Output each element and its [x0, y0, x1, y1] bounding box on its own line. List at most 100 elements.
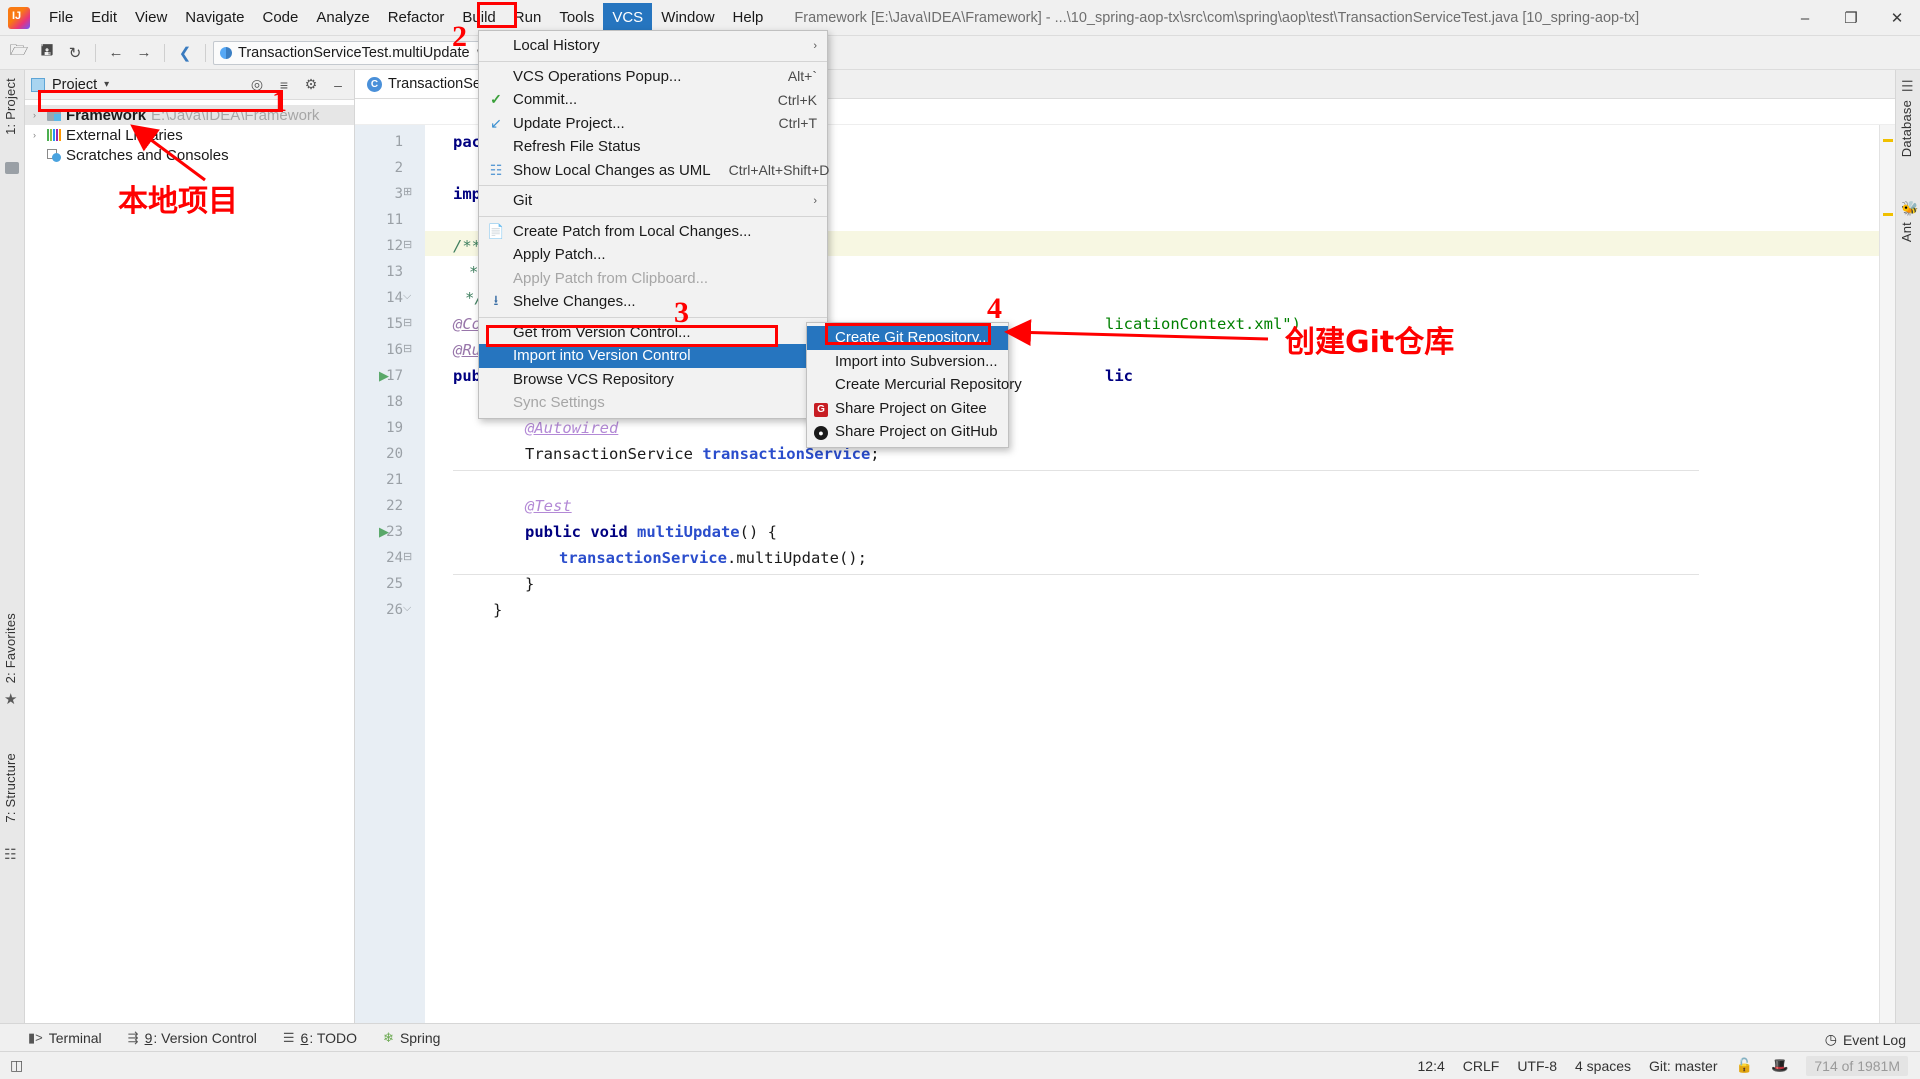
event-log-icon: ◷ [1824, 1031, 1837, 1047]
tree-node-label: Framework [66, 106, 147, 124]
annotation-number-4: 4 [987, 292, 1002, 325]
chevron-down-icon[interactable]: ▾ [104, 79, 109, 90]
memory-indicator[interactable]: 714 of 1981M [1806, 1055, 1908, 1076]
event-log-button[interactable]: ◷ Event Log [1825, 1031, 1906, 1048]
star-icon[interactable]: ★ [4, 690, 17, 708]
ant-icon[interactable]: 🐝 [1901, 200, 1918, 217]
fold-collapse-icon[interactable]: ⊟ [403, 238, 412, 251]
menu-item-browse-vcs-repository[interactable]: Browse VCS Repository › [479, 368, 827, 392]
menu-item-get-from-version-control[interactable]: Get from Version Control... [479, 321, 827, 345]
menu-analyze[interactable]: Analyze [307, 3, 378, 32]
warning-marker[interactable] [1883, 139, 1893, 142]
indent-setting[interactable]: 4 spaces [1575, 1058, 1631, 1074]
menu-item-import-into-version-control[interactable]: Import into Version Control › [479, 344, 827, 368]
menu-edit[interactable]: Edit [82, 3, 126, 32]
panel-settings-icon[interactable]: ⚙ [301, 76, 321, 93]
build-hammer-icon[interactable]: ❮ [172, 40, 198, 66]
expand-arrow-icon[interactable]: › [33, 110, 36, 120]
menu-view[interactable]: View [126, 3, 176, 32]
lock-icon[interactable]: 🔓 [1736, 1057, 1753, 1074]
fold-collapse-icon[interactable]: ⊟ [403, 316, 412, 329]
menu-window[interactable]: Window [652, 3, 723, 32]
rail-folder-icon[interactable] [5, 162, 19, 174]
import-into-version-control-submenu[interactable]: Create Git Repository... Import into Sub… [806, 322, 1022, 448]
rail-item-structure[interactable]: 7: Structure [3, 753, 18, 823]
bottom-item-terminal[interactable]: ▮> Terminal [28, 1030, 102, 1046]
submenu-item-create-git-repository[interactable]: Create Git Repository... [807, 326, 1008, 350]
submenu-item-share-project-on-github[interactable]: ● Share Project on GitHub [807, 420, 1008, 444]
run-test-method-gutter-icon[interactable]: ▶ [379, 524, 389, 540]
rail-item-favorites[interactable]: 2: Favorites [3, 613, 18, 683]
open-folder-icon[interactable]: 🗁 [6, 40, 32, 66]
arrow-down-left-icon: ↙ [490, 114, 502, 131]
close-button[interactable]: ✕ [1874, 0, 1920, 36]
fold-collapse-icon[interactable]: ⊟ [403, 342, 412, 355]
maximize-button[interactable]: ❐ [1828, 0, 1874, 36]
line-separator[interactable]: CRLF [1463, 1058, 1500, 1074]
menu-item-show-local-changes-as-uml[interactable]: ☷ Show Local Changes as UML Ctrl+Alt+Shi… [479, 159, 830, 183]
menu-item-git[interactable]: Git › [479, 189, 827, 213]
run-test-gutter-icon[interactable]: ▶ [379, 368, 389, 384]
save-all-icon[interactable]: 🖪 [34, 40, 60, 66]
sync-icon[interactable]: ↻ [62, 40, 88, 66]
menu-vcs[interactable]: VCS [603, 3, 653, 32]
bottom-item-todo[interactable]: ☰ 6 : TODO [283, 1030, 357, 1046]
menu-item-update-project[interactable]: ↙ Update Project... Ctrl+T [479, 112, 827, 136]
minimize-button[interactable]: – [1782, 0, 1828, 36]
fold-end-icon[interactable]: ⌵ [403, 290, 411, 303]
menu-item-vcs-operations-popup[interactable]: VCS Operations Popup... Alt+` [479, 65, 827, 89]
fold-end-icon[interactable]: ⌵ [403, 602, 411, 615]
tree-node-framework[interactable]: › Framework E:\Java\IDEA\Framework [25, 105, 354, 125]
code-line: @Test [525, 497, 572, 515]
back-icon[interactable]: ← [103, 40, 129, 66]
project-tree[interactable]: › Framework E:\Java\IDEA\Framework › Ext… [25, 100, 354, 1023]
inspection-hat-icon[interactable]: 🎩 [1771, 1057, 1788, 1074]
menu-navigate[interactable]: Navigate [176, 3, 253, 32]
window-controls[interactable]: – ❐ ✕ [1782, 0, 1920, 36]
vcs-dropdown-menu[interactable]: Local History › VCS Operations Popup... … [478, 30, 830, 419]
bottom-item-version-control[interactable]: ⇶ 9 : Version Control [128, 1030, 257, 1046]
tree-node-scratches[interactable]: Scratches and Consoles [25, 145, 354, 165]
forward-icon[interactable]: → [131, 40, 157, 66]
fold-expand-icon[interactable]: ⊞ [403, 185, 412, 198]
menu-item-label: Apply Patch... [513, 246, 606, 264]
expand-arrow-icon[interactable]: › [33, 130, 36, 140]
rail-item-database[interactable]: Database [1899, 100, 1914, 157]
menu-tools[interactable]: Tools [550, 3, 603, 32]
fold-collapse-icon[interactable]: ⊟ [403, 550, 412, 563]
menu-code[interactable]: Code [253, 3, 307, 32]
hide-panel-icon[interactable]: – [328, 77, 348, 93]
menu-help[interactable]: Help [724, 3, 773, 32]
menu-item-apply-patch[interactable]: Apply Patch... [479, 243, 827, 267]
rail-item-project[interactable]: 1: Project [3, 78, 18, 135]
menu-refactor[interactable]: Refactor [379, 3, 454, 32]
menu-file[interactable]: File [40, 3, 82, 32]
file-encoding[interactable]: UTF-8 [1517, 1058, 1557, 1074]
bottom-item-spring[interactable]: ❄ Spring [383, 1030, 440, 1046]
locate-target-icon[interactable]: ◎ [247, 76, 267, 93]
menu-item-local-history[interactable]: Local History › [479, 34, 827, 58]
warning-marker[interactable] [1883, 213, 1893, 216]
menu-item-commit[interactable]: ✓ Commit... Ctrl+K [479, 88, 827, 112]
menu-item-create-patch-from-local-changes[interactable]: 📄 Create Patch from Local Changes... [479, 220, 827, 244]
editor-gutter[interactable]: 1 2 3 11 12 13 14 15 16 17 18 19 20 21 2… [355, 125, 425, 1023]
submenu-item-import-into-subversion[interactable]: Import into Subversion... [807, 350, 1008, 374]
menu-item-label: Apply Patch from Clipboard... [513, 269, 709, 287]
tool-window-toggle-icon[interactable]: ◫ [10, 1057, 23, 1074]
bottom-item-shortcut: 6 [300, 1029, 309, 1046]
run-configuration-selector[interactable]: TransactionServiceTest.multiUpdate ∨ [213, 40, 491, 65]
menu-run[interactable]: Run [505, 3, 551, 32]
menu-separator [479, 316, 827, 318]
rail-item-ant[interactable]: Ant [1899, 222, 1914, 242]
caret-position[interactable]: 12:4 [1418, 1058, 1445, 1074]
tree-node-external-libraries[interactable]: › External Libraries [25, 125, 354, 145]
patch-icon: 📄 [487, 222, 505, 239]
git-branch[interactable]: Git: master [1649, 1058, 1717, 1074]
menu-item-refresh-file-status[interactable]: Refresh File Status [479, 135, 827, 159]
error-stripe-marker-column[interactable] [1879, 125, 1895, 1023]
database-icon[interactable]: ☰ [1901, 78, 1914, 95]
submenu-item-create-mercurial-repository[interactable]: Create Mercurial Repository [807, 373, 1022, 397]
structure-grid-icon[interactable]: ☷ [4, 846, 17, 863]
submenu-item-share-project-on-gitee[interactable]: G Share Project on Gitee [807, 397, 1008, 421]
menu-item-shelve-changes[interactable]: ⭳ Shelve Changes... [479, 290, 827, 314]
